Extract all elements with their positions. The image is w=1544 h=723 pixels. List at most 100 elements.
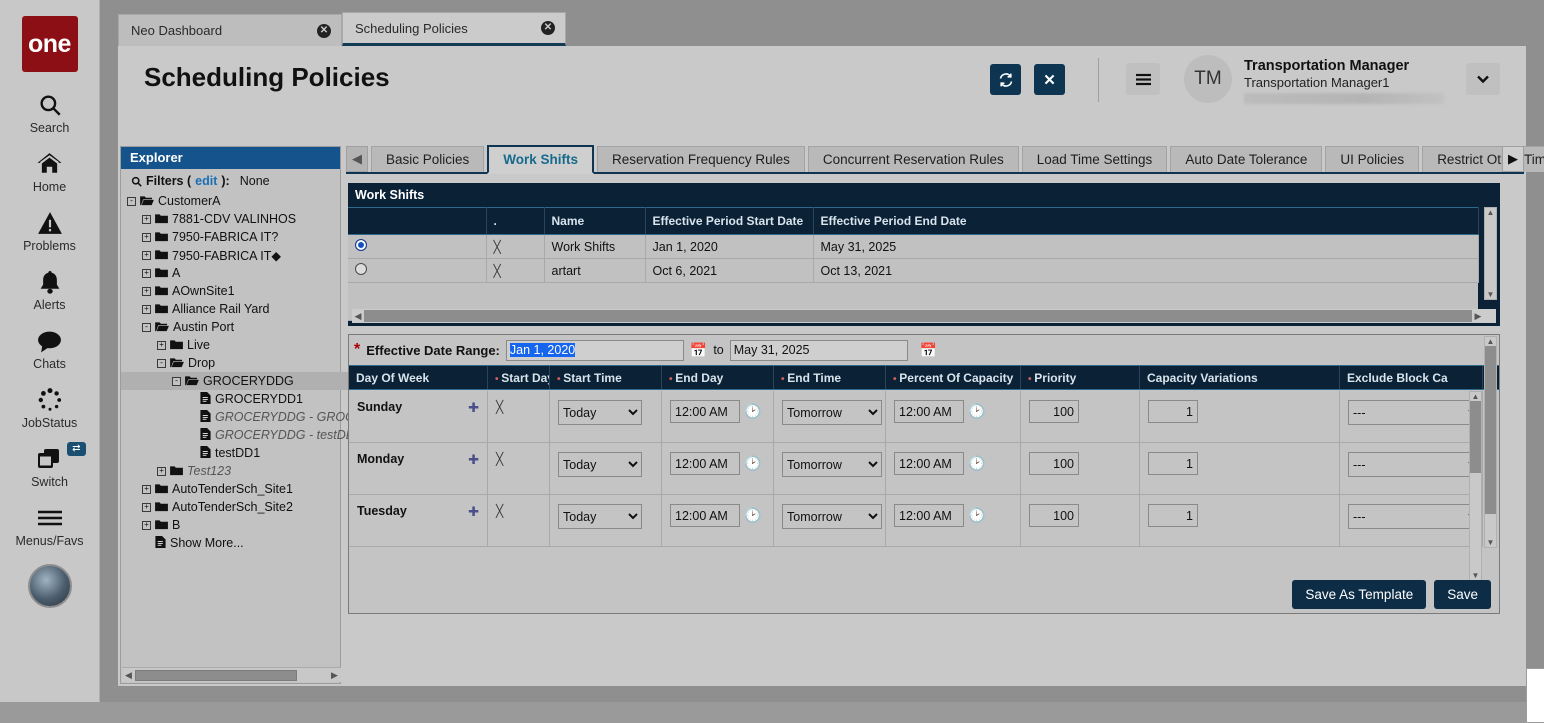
tree-node[interactable]: GROCERYDD1 — [127, 390, 340, 408]
start-day-select[interactable]: TodayTomorrow — [558, 400, 642, 425]
end-time-input[interactable] — [894, 400, 964, 423]
tab-scroll-right-icon[interactable]: ▶ — [1502, 146, 1524, 172]
explorer-horizontal-scrollbar[interactable]: ◀ ▶ — [122, 667, 341, 682]
expand-toggle-icon[interactable]: + — [142, 251, 151, 260]
column-header[interactable]: Name — [544, 208, 645, 235]
tree-node[interactable]: +AOwnSite1 — [127, 282, 340, 300]
expand-toggle-icon[interactable]: + — [142, 521, 151, 530]
rail-item-jobstatus[interactable]: JobStatus — [0, 385, 100, 430]
end-time-input[interactable] — [894, 452, 964, 475]
row-delete-cell[interactable]: ╳ — [486, 235, 544, 259]
rail-item-alerts[interactable]: Alerts — [0, 267, 100, 312]
refresh-icon[interactable] — [990, 64, 1021, 95]
start-time-input[interactable] — [670, 452, 740, 475]
tab-concurrent-reservation-rules[interactable]: Concurrent Reservation Rules — [808, 146, 1019, 172]
effective-end-date-input[interactable]: May 31, 2025 — [730, 340, 908, 361]
effective-start-date-input[interactable]: Jan 1, 2020 — [506, 340, 684, 361]
capacity-variations-select[interactable]: --- — [1348, 400, 1482, 425]
clock-icon[interactable]: 🕑 — [744, 403, 761, 420]
priority-input[interactable] — [1148, 504, 1198, 527]
scroll-down-icon[interactable]: ▼ — [1487, 538, 1495, 547]
start-day-select[interactable]: TodayTomorrow — [558, 452, 642, 477]
scroll-down-icon[interactable]: ▼ — [1487, 290, 1495, 299]
start-day-select[interactable]: TodayTomorrow — [558, 504, 642, 529]
clock-icon[interactable]: 🕑 — [968, 507, 985, 524]
browser-tab-neo-dashboard[interactable]: Neo Dashboard ✕ — [118, 14, 342, 46]
day-column-header[interactable]: • Start Day — [488, 366, 550, 389]
add-row-icon[interactable]: ✚ — [468, 452, 479, 468]
tree-node[interactable]: testDD1 — [127, 444, 340, 462]
expand-toggle-icon[interactable]: + — [157, 467, 166, 476]
column-header[interactable]: . — [486, 208, 544, 235]
scroll-up-icon[interactable]: ▲ — [1487, 208, 1495, 217]
chevron-down-icon[interactable] — [1466, 63, 1500, 95]
expand-toggle-icon[interactable]: + — [142, 215, 151, 224]
scroll-left-icon[interactable]: ◀ — [352, 311, 364, 322]
tree-node[interactable]: GROCERYDDG - testDD1 — [127, 426, 340, 444]
tab-load-time-settings[interactable]: Load Time Settings — [1022, 146, 1168, 172]
rail-item-search[interactable]: Search — [0, 90, 100, 135]
tree-node[interactable]: +Live — [127, 336, 340, 354]
tree-node[interactable]: +Test123 — [127, 462, 340, 480]
end-time-input[interactable] — [894, 504, 964, 527]
tree-node[interactable]: GROCERYDDG - GROCER — [127, 408, 340, 426]
save-button[interactable]: Save — [1434, 580, 1491, 609]
scrollbar-thumb[interactable] — [1485, 346, 1496, 514]
tab-restrict-other-times[interactable]: Restrict Other Times — [1422, 146, 1544, 172]
collapse-toggle-icon[interactable]: - — [127, 197, 136, 206]
save-as-template-button[interactable]: Save As Template — [1292, 580, 1426, 609]
rail-item-menus-favs[interactable]: Menus/Favs — [0, 503, 100, 548]
priority-input[interactable] — [1148, 400, 1198, 423]
start-time-input[interactable] — [670, 504, 740, 527]
tree-node[interactable]: -GROCERYDDG — [121, 372, 348, 390]
tab-ui-policies[interactable]: UI Policies — [1325, 146, 1419, 172]
column-header[interactable]: Effective Period Start Date — [645, 208, 813, 235]
tab-work-shifts[interactable]: Work Shifts — [487, 145, 594, 174]
clock-icon[interactable]: 🕑 — [968, 403, 985, 420]
tree-node[interactable]: +AutoTenderSch_Site2 — [127, 498, 340, 516]
explorer-filters[interactable]: Filters (edit): None — [121, 169, 340, 192]
percent-of-capacity-input[interactable] — [1029, 452, 1079, 475]
scroll-left-icon[interactable]: ◀ — [122, 670, 135, 681]
add-row-icon[interactable]: ✚ — [468, 504, 479, 520]
clock-icon[interactable]: 🕑 — [968, 455, 985, 472]
expand-toggle-icon[interactable]: + — [142, 503, 151, 512]
scroll-up-icon[interactable]: ▲ — [1487, 337, 1495, 346]
scroll-up-icon[interactable]: ▲ — [1472, 392, 1480, 401]
day-column-header[interactable]: • Percent Of Capacity — [886, 366, 1021, 389]
close-icon[interactable]: ✕ — [1034, 64, 1065, 95]
filters-edit-link[interactable]: edit — [195, 174, 217, 188]
delete-icon[interactable]: ╳ — [496, 504, 503, 518]
close-icon[interactable]: ✕ — [541, 21, 555, 35]
clock-icon[interactable]: 🕑 — [744, 455, 761, 472]
rail-item-problems[interactable]: Problems — [0, 208, 100, 253]
column-header[interactable] — [348, 208, 486, 235]
browser-tab-scheduling-policies[interactable]: Scheduling Policies ✕ — [342, 12, 566, 46]
form-vertical-scrollbar[interactable]: ▲ ▼ — [1484, 336, 1497, 548]
tree-node[interactable]: +AutoTenderSch_Site1 — [127, 480, 340, 498]
close-icon[interactable]: ✕ — [317, 24, 331, 38]
tree-node[interactable]: +A — [127, 264, 340, 282]
rail-item-chats[interactable]: Chats — [0, 326, 100, 371]
scroll-down-icon[interactable]: ▼ — [1472, 571, 1480, 580]
column-header[interactable]: Effective Period End Date — [813, 208, 1478, 235]
priority-input[interactable] — [1148, 452, 1198, 475]
end-day-select[interactable]: TodayTomorrow — [782, 400, 882, 425]
day-column-header[interactable]: Capacity Variations — [1140, 366, 1340, 389]
calendar-icon[interactable]: 📅 — [690, 342, 707, 359]
day-column-header[interactable]: • Priority — [1021, 366, 1140, 389]
rail-user-avatar[interactable] — [28, 564, 72, 608]
rail-item-switch[interactable]: ⇄ Switch — [0, 444, 100, 489]
percent-of-capacity-input[interactable] — [1029, 504, 1079, 527]
add-row-icon[interactable]: ✚ — [468, 400, 479, 416]
capacity-variations-select[interactable]: --- — [1348, 504, 1482, 529]
expand-toggle-icon[interactable]: + — [142, 269, 151, 278]
row-delete-cell[interactable]: ╳ — [486, 259, 544, 283]
scrollbar-thumb[interactable] — [135, 670, 297, 681]
tree-node[interactable]: +7950-FABRICA IT? — [127, 228, 340, 246]
collapse-toggle-icon[interactable]: - — [142, 323, 151, 332]
tree-node[interactable]: +B — [127, 516, 340, 534]
expand-toggle-icon[interactable]: + — [142, 485, 151, 494]
scroll-right-icon[interactable]: ▶ — [328, 670, 341, 681]
hamburger-icon[interactable] — [1126, 63, 1160, 95]
